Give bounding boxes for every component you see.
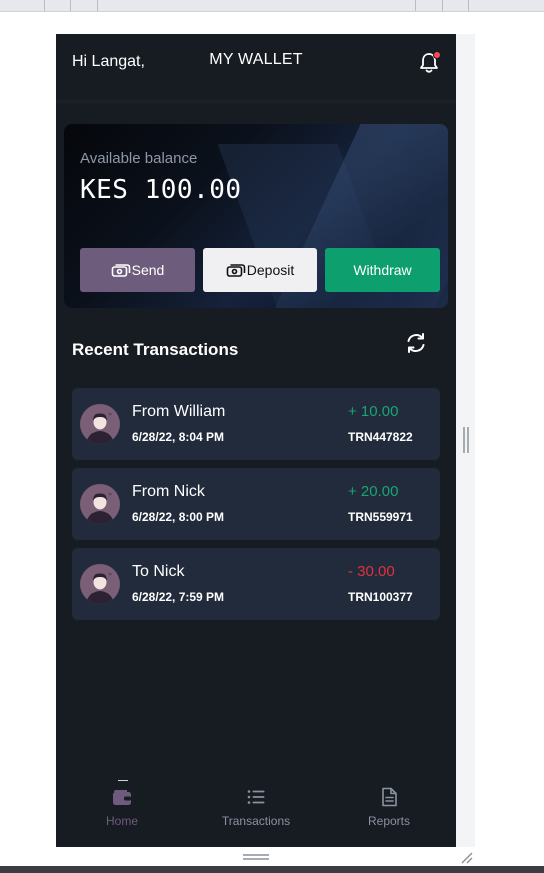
ruler-tick: [415, 0, 416, 11]
ruler-tick: [442, 0, 443, 11]
nav-label-transactions: Transactions: [221, 814, 291, 828]
list-icon: [247, 790, 265, 804]
nav-label-home: Home: [105, 814, 138, 828]
transaction-reference: TRN559971: [348, 510, 413, 524]
recent-transactions-title: Recent Transactions: [72, 340, 239, 359]
cash-icon: [226, 264, 246, 277]
transaction-item[interactable]: From Nick 6/28/22, 8:00 PM + 20.00 TRN55…: [72, 468, 440, 540]
bottom-status-bar: [0, 866, 544, 873]
avatar: [80, 564, 120, 604]
corner-resize-icon[interactable]: [459, 850, 473, 864]
active-indicator: [118, 780, 128, 781]
cash-icon: [111, 264, 130, 277]
transaction-date: 6/28/22, 8:04 PM: [132, 430, 225, 444]
transaction-item[interactable]: From William 6/28/22, 8:04 PM + 10.00 TR…: [72, 388, 440, 460]
send-button[interactable]: Send: [80, 248, 195, 292]
notification-dot: [433, 51, 441, 59]
balance-amount: KES 100.00: [80, 175, 242, 205]
app-header: Hi Langat, MY WALLET: [56, 34, 456, 100]
page-title: MY WALLET: [209, 51, 303, 68]
deposit-label: Deposit: [246, 262, 295, 278]
withdraw-label: Withdraw: [353, 262, 412, 278]
ruler-bar: [0, 0, 544, 12]
send-label: Send: [131, 262, 165, 278]
avatar: [80, 484, 120, 524]
avatar: [80, 404, 120, 444]
balance-label: Available balance: [80, 150, 198, 167]
transaction-amount: + 10.00: [348, 403, 399, 420]
transaction-amount: + 20.00: [348, 483, 399, 500]
wallet-icon: [113, 790, 131, 805]
height-resize-handle[interactable]: [243, 854, 269, 860]
wallet-app: Hi Langat, MY WALLET Available balance K…: [56, 34, 456, 847]
transaction-reference: TRN100377: [348, 590, 413, 604]
transaction-name: From Nick: [132, 483, 205, 500]
balance-card: Available balance KES 100.00 Send Deposi…: [64, 124, 448, 308]
deposit-button[interactable]: Deposit: [203, 248, 317, 292]
withdraw-button[interactable]: Withdraw: [325, 248, 440, 292]
transaction-reference: TRN447822: [348, 430, 413, 444]
ruler-tick: [97, 0, 98, 11]
ruler-tick: [70, 0, 71, 11]
refresh-icon[interactable]: [404, 331, 428, 355]
document-icon: [382, 787, 397, 807]
transaction-date: 6/28/22, 8:00 PM: [132, 510, 225, 524]
transaction-item[interactable]: To Nick 6/28/22, 7:59 PM - 30.00 TRN1003…: [72, 548, 440, 620]
nav-label-reports: Reports: [367, 814, 411, 828]
transaction-name: To Nick: [132, 563, 185, 580]
width-resize-handle[interactable]: [463, 427, 469, 453]
transaction-name: From William: [132, 403, 226, 420]
nav-item-reports[interactable]: Reports: [329, 786, 449, 828]
transaction-amount: - 30.00: [348, 563, 395, 580]
header-divider: [56, 100, 456, 106]
bottom-navigation: Home Transactions Reports: [56, 772, 456, 847]
transaction-date: 6/28/22, 7:59 PM: [132, 590, 225, 604]
nav-item-home[interactable]: Home: [62, 786, 182, 828]
nav-item-transactions[interactable]: Transactions: [196, 786, 316, 828]
ruler-tick: [468, 0, 469, 11]
ruler-tick: [44, 0, 45, 11]
